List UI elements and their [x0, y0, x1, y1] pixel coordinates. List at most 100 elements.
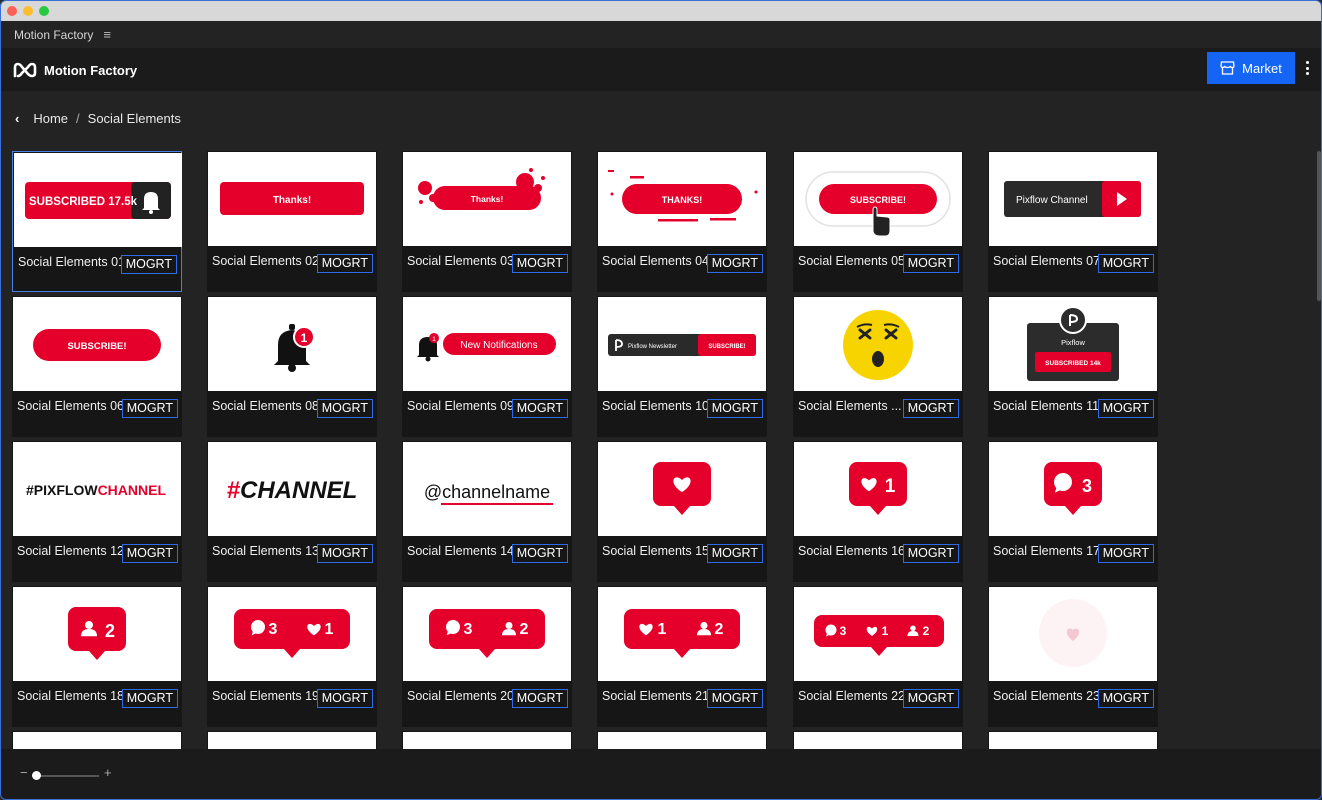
element-thumbnail[interactable] [598, 442, 766, 536]
svg-text:Pixflow Channel: Pixflow Channel [1016, 195, 1088, 206]
element-thumbnail[interactable]: 2 [13, 587, 181, 681]
zoom-window-button[interactable] [39, 6, 49, 16]
element-thumbnail[interactable]: 1 [794, 442, 962, 536]
element-card[interactable]: 1 Social Elements 08 MOGRT [207, 296, 377, 437]
element-name: Social Elements 15 [602, 544, 710, 558]
svg-text:2: 2 [715, 621, 724, 638]
panel-menu-icon[interactable]: ≡ [103, 27, 111, 42]
element-thumbnail[interactable]: 12 [598, 587, 766, 681]
element-card[interactable]: SUBSCRIBE! Social Elements 05 MOGRT [793, 151, 963, 292]
element-card-partial[interactable] [793, 731, 963, 749]
zoom-slider-track[interactable] [35, 775, 99, 777]
element-card[interactable]: Pixflow Newsletter SUBSCRIBE! Social Elem… [597, 296, 767, 437]
element-card[interactable]: 3 1 2 Social Elements 22 MOGRT [793, 586, 963, 727]
svg-text:3: 3 [1082, 476, 1092, 496]
zoom-out-icon[interactable]: − [20, 765, 28, 780]
element-card[interactable]: 1 New Notifications Social Elements 09 MOG… [402, 296, 572, 437]
element-thumbnail[interactable]: Thanks! [403, 152, 571, 246]
mogrt-badge: MOGRT [706, 544, 763, 563]
element-thumbnail[interactable]: #CHANNEL [208, 442, 376, 536]
element-card-partial[interactable] [207, 731, 377, 749]
element-name: Social Elements 12 [17, 544, 125, 558]
svg-text:Thanks!: Thanks! [471, 194, 504, 204]
element-name: Social Elements 17 [993, 544, 1101, 558]
element-thumbnail[interactable]: 1 [208, 297, 376, 391]
element-card[interactable]: THANKS! Social Elements 04 MOGRT [597, 151, 767, 292]
svg-text:THANKS!: THANKS! [662, 195, 703, 205]
zoom-in-icon[interactable]: + [104, 765, 112, 780]
vertical-scrollbar[interactable] [1317, 151, 1321, 301]
svg-text:@channelname: @channelname [424, 482, 550, 502]
breadcrumb-home[interactable]: Home [33, 111, 68, 126]
svg-text:3: 3 [840, 624, 847, 638]
element-name: Social Elements 18 [17, 689, 125, 703]
element-card-partial[interactable] [402, 731, 572, 749]
element-card[interactable]: 3 1 Social Elements 19 MOGRT [207, 586, 377, 727]
element-card[interactable]: 2 Social Elements 18 MOGRT [12, 586, 182, 727]
element-card[interactable]: Pixflow SUBSCRIBED 14k Social Elements 11… [988, 296, 1158, 437]
element-thumbnail[interactable]: 1 New Notifications [403, 297, 571, 391]
element-thumbnail[interactable]: 3 1 2 [794, 587, 962, 681]
close-window-button[interactable] [7, 6, 17, 16]
element-thumbnail[interactable] [794, 732, 962, 749]
element-card[interactable]: SUBSCRIBE! Social Elements 06 MOGRT [12, 296, 182, 437]
element-thumbnail[interactable] [794, 297, 962, 391]
element-card-partial[interactable] [12, 731, 182, 749]
element-thumbnail[interactable]: SUBSCRIBE! [13, 297, 181, 391]
element-name: Social Elements 16 [798, 544, 906, 558]
element-thumbnail[interactable] [403, 732, 571, 749]
element-name: Social Elements 11 [993, 399, 1100, 413]
element-name: Social Elements 13 [212, 544, 320, 558]
element-thumbnail[interactable]: 32 [403, 587, 571, 681]
svg-text:1: 1 [301, 331, 308, 345]
element-thumbnail[interactable]: SUBSCRIBED 17.5k [14, 153, 182, 247]
footer-bar: − + [1, 749, 1321, 799]
element-thumbnail[interactable]: @channelname [403, 442, 571, 536]
element-thumbnail[interactable]: THANKS! [598, 152, 766, 246]
element-thumbnail[interactable]: 3 [989, 442, 1157, 536]
element-thumbnail[interactable]: SUBSCRIBE! [794, 152, 962, 246]
element-card[interactable]: #PIXFLOWCHANNEL Social Elements 12 MOGRT [12, 441, 182, 582]
element-thumbnail[interactable] [13, 732, 181, 749]
element-card[interactable]: 1 Social Elements 16 MOGRT [793, 441, 963, 582]
element-thumbnail[interactable]: Thanks! [208, 152, 376, 246]
element-thumbnail[interactable]: Pixflow SUBSCRIBED 14k [989, 297, 1157, 391]
element-thumbnail[interactable]: #PIXFLOWCHANNEL [13, 442, 181, 536]
svg-text:1: 1 [885, 476, 896, 497]
panel-title[interactable]: Motion Factory [14, 28, 93, 42]
svg-text:1: 1 [882, 624, 889, 638]
element-thumbnail[interactable] [208, 732, 376, 749]
svg-text:SUBSCRIBE!: SUBSCRIBE! [67, 341, 126, 352]
element-card[interactable]: SUBSCRIBED 17.5k Social Elements 01 MOGRT [12, 151, 182, 292]
app-window: Motion Factory ≡ Motion Factory Market ‹… [0, 0, 1322, 800]
element-thumbnail[interactable] [989, 732, 1157, 749]
element-card-partial[interactable] [988, 731, 1158, 749]
element-thumbnail[interactable]: Pixflow Channel [989, 152, 1157, 246]
element-thumbnail[interactable]: Pixflow Newsletter SUBSCRIBE! [598, 297, 766, 391]
element-card[interactable]: Social Elements 15 MOGRT [597, 441, 767, 582]
minimize-window-button[interactable] [23, 6, 33, 16]
element-card[interactable]: Thanks! Social Elements 03 MOGRT [402, 151, 572, 292]
more-options-icon[interactable] [1301, 59, 1313, 77]
element-card[interactable]: Thanks! Social Elements 02 MOGRT [207, 151, 377, 292]
element-thumbnail[interactable] [989, 587, 1157, 681]
element-card[interactable]: #CHANNEL Social Elements 13 MOGRT [207, 441, 377, 582]
mogrt-badge: MOGRT [902, 399, 959, 418]
element-card[interactable]: 3 Social Elements 17 MOGRT [988, 441, 1158, 582]
svg-text:1: 1 [325, 621, 334, 638]
element-card-partial[interactable] [597, 731, 767, 749]
element-card[interactable]: 1 2 Social Elements 21 MOGRT [597, 586, 767, 727]
element-thumbnail[interactable] [598, 732, 766, 749]
back-chevron-icon[interactable]: ‹ [15, 111, 19, 126]
element-card[interactable]: Social Elements 23 MOGRT [988, 586, 1158, 727]
element-card[interactable]: @channelname Social Elements 14 MOGRT [402, 441, 572, 582]
element-card[interactable]: Pixflow Channel Social Elements 07 MOGRT [988, 151, 1158, 292]
element-card[interactable]: Social Elements ... MOGRT [793, 296, 963, 437]
mogrt-badge: MOGRT [511, 689, 568, 708]
svg-text:SUBSCRIBED 17.5k: SUBSCRIBED 17.5k [29, 196, 138, 208]
zoom-slider-thumb[interactable] [32, 771, 41, 780]
svg-text:SUBSCRIBE!: SUBSCRIBE! [850, 195, 906, 205]
element-card[interactable]: 3 2 Social Elements 20 MOGRT [402, 586, 572, 727]
market-button[interactable]: Market [1207, 52, 1295, 84]
element-thumbnail[interactable]: 31 [208, 587, 376, 681]
